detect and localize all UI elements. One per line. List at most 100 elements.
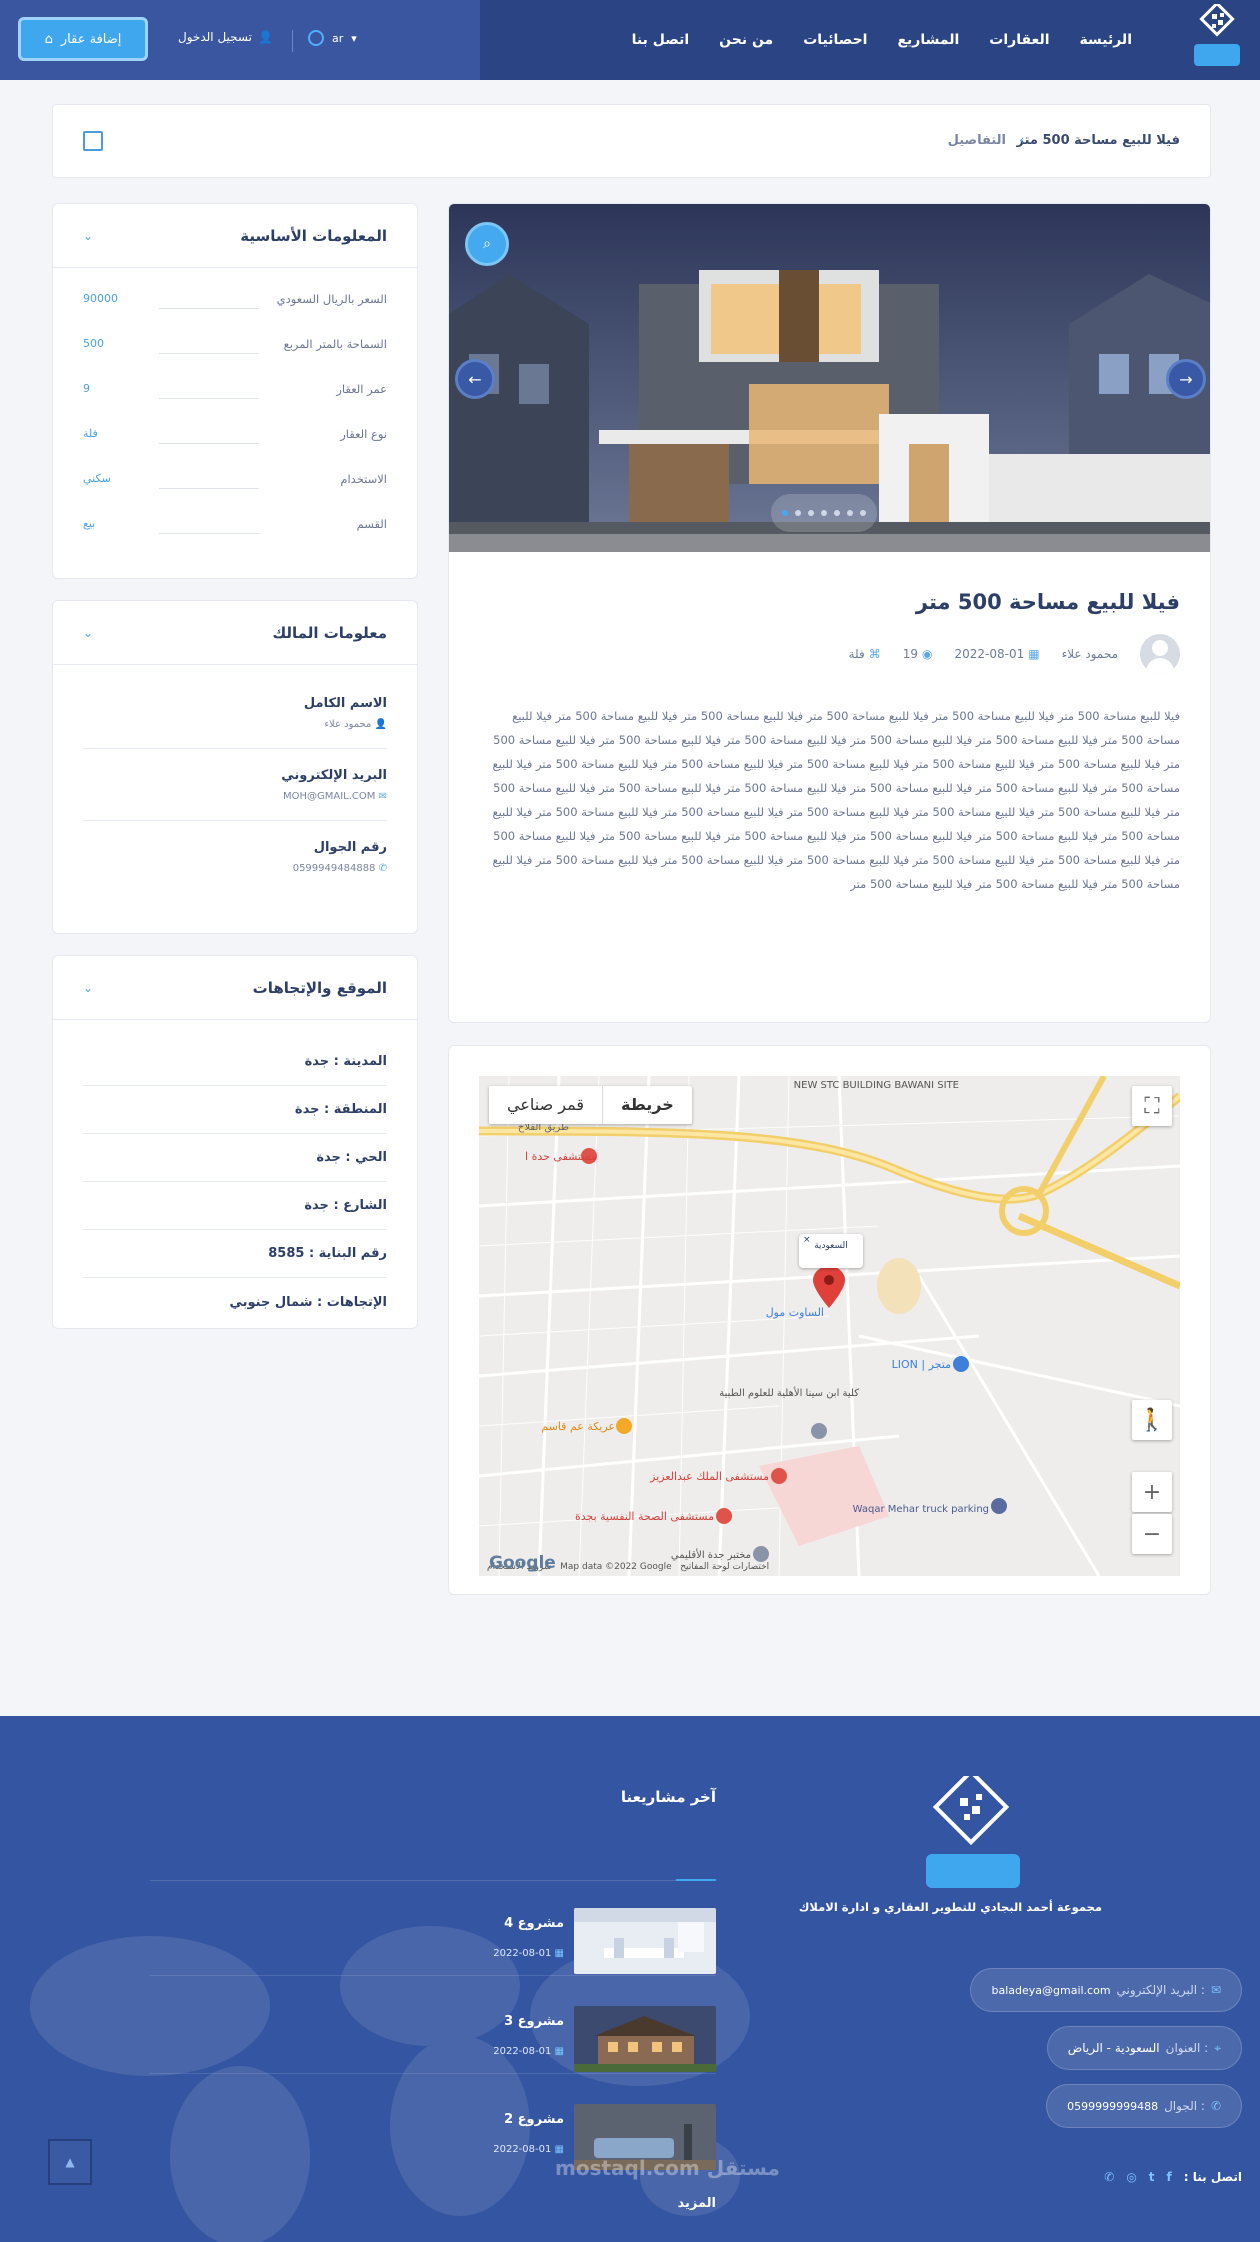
recent-projects-heading: آخر مشاريعنا (620, 1788, 716, 1806)
view-count-value: 19 (902, 647, 918, 661)
user-icon: 👤 (257, 30, 273, 44)
nav-properties[interactable]: العقارات (989, 32, 1049, 48)
info-key: السعر بالريال السعودي (276, 291, 387, 306)
nav-contact[interactable]: اتصل بنا (632, 32, 689, 48)
info-key: السماحة بالمتر المربع (283, 336, 387, 351)
scroll-top-button[interactable]: ▲ (48, 2139, 92, 2185)
project-date-value: 2022-08-01 (493, 2144, 552, 2155)
close-icon[interactable]: × (803, 1228, 811, 1252)
facebook-icon[interactable]: f (1167, 2170, 1172, 2184)
whatsapp-icon[interactable]: ✆ (1104, 2170, 1114, 2184)
owner-heading: معلومات المالك (272, 623, 387, 642)
nav-statistics[interactable]: احصائيات (803, 32, 867, 48)
gallery-dot[interactable] (808, 510, 814, 516)
map-label: مستشفى حدة ا (525, 1150, 597, 1163)
gallery-dot[interactable] (834, 510, 840, 516)
gallery-dot[interactable] (860, 510, 866, 516)
info-value: 90000 (83, 292, 118, 305)
map-card: مستشفى حدة ا الساوت مول كلية ابن سينا ال… (448, 1045, 1211, 1595)
info-row-section: القسم بيع (53, 501, 417, 546)
envelope-icon: ✉ (378, 790, 387, 802)
breadcrumb: فيلا للبيع مساحة 500 متر › التفاصيل (52, 104, 1211, 178)
project-date: ▦ 2022-08-01 (493, 2144, 564, 2155)
site-footer: مجموعة أحمد البجادي للتطوير العقاري و اد… (0, 1716, 1260, 2242)
search-icon[interactable]: ⌕ (465, 222, 509, 266)
fullscreen-icon[interactable]: ⛶ (1132, 1086, 1172, 1126)
owner-email-row: البريد الإلكتروني ✉ MOH@GMAIL.COM (83, 749, 387, 821)
zoom-out-button[interactable]: − (1132, 1514, 1172, 1554)
owner-email-label: البريد الإلكتروني (281, 767, 387, 783)
gallery-dot-active[interactable] (782, 510, 788, 516)
gallery-dot[interactable] (821, 510, 827, 516)
property-meta: محمود علاء ▦2022-08-01 ◉19 ⌘فلة (849, 634, 1180, 674)
project-thumbnail (574, 2006, 716, 2072)
location-row: المدينة : جدة (83, 1038, 387, 1086)
nav-home[interactable]: الرئيسة (1080, 32, 1132, 48)
footer-slogan: مجموعة أحمد البجادي للتطوير العقاري و اد… (798, 1900, 1102, 1914)
add-property-label: إضافة عقار (60, 31, 122, 47)
footer-email[interactable]: ✉ : البريد الإلكتروني baladeya@gmail.com (970, 1968, 1242, 2012)
zoom-in-button[interactable]: + (1132, 1472, 1172, 1512)
property-gallery[interactable]: ⌕ ← → (449, 204, 1210, 552)
map-type-map[interactable]: خريطة (601, 1086, 692, 1124)
gallery-prev-button[interactable]: ← (455, 359, 495, 399)
social-links: اتصل بنا : f t ◎ ✆ (1104, 2170, 1242, 2184)
location-row: الإتجاهات : شمال جنوبي (229, 1294, 387, 1310)
gallery-dot[interactable] (795, 510, 801, 516)
location-card: الموقع والإتجاهات ⌄ المدينة : جدة المنطق… (52, 955, 418, 1329)
location-header[interactable]: الموقع والإتجاهات ⌄ (53, 956, 417, 1020)
owner-phone[interactable]: 0599949484888 (293, 863, 376, 874)
map-label: عريكة عم قاسم (541, 1420, 615, 1433)
basic-info-header[interactable]: المعلومات الأساسية ⌄ (53, 204, 417, 268)
info-value: سكني (83, 472, 111, 485)
footer-address-value: السعودية - الرياض (1067, 2041, 1160, 2055)
instagram-icon[interactable]: ◎ (1126, 2170, 1136, 2184)
chevron-down-icon[interactable]: ⌄ (83, 981, 93, 995)
calendar-icon: ▦ (1028, 647, 1040, 661)
project-item[interactable]: مشروع 3 ▦ 2022-08-01 (150, 2006, 716, 2074)
footer-phone-label: : الجوال (1164, 2099, 1205, 2113)
footer-phone[interactable]: ✆ : الجوال 0599999999488 (1046, 2084, 1242, 2128)
project-item[interactable]: مشروع 4 ▦ 2022-08-01 (150, 1908, 716, 1976)
info-value: بيع (83, 517, 96, 530)
map-shortcuts-link[interactable]: اختصارات لوحة المفاتيح (680, 1562, 769, 1572)
owner-name: محمود علاء (324, 718, 372, 730)
gallery-next-button[interactable]: → (1166, 359, 1206, 399)
language-switcher[interactable]: ▾ ar (308, 30, 357, 46)
login-link[interactable]: 👤 تسجيل الدخول (178, 30, 273, 44)
location-map[interactable]: مستشفى حدة ا الساوت مول كلية ابن سينا ال… (479, 1076, 1180, 1576)
map-label: مستشفى الصحة النفسية بجدة (575, 1510, 714, 1523)
location-list: المدينة : جدة المنطقة : جدة الحي : جدة ا… (53, 1020, 417, 1326)
nav-about[interactable]: من نحن (719, 32, 773, 48)
owner-phone-label: رقم الجوال (313, 840, 387, 855)
globe-icon (308, 30, 324, 46)
map-label: مستشفى الملك عبدالعزيز (649, 1470, 769, 1483)
owner-list: الاسم الكامل 👤 محمود علاء البريد الإلكتر… (53, 665, 417, 893)
chevron-down-icon[interactable]: ⌄ (83, 229, 93, 243)
map-type-satellite[interactable]: قمر صناعي (489, 1086, 602, 1124)
breadcrumb-parent[interactable]: التفاصيل (948, 133, 1006, 148)
nav-projects[interactable]: المشاريع (897, 32, 959, 48)
project-name: مشروع 3 (504, 2014, 564, 2029)
info-value: فلة (83, 427, 98, 440)
chevron-down-icon[interactable]: ⌄ (83, 626, 93, 640)
gallery-dot[interactable] (847, 510, 853, 516)
add-property-button[interactable]: إضافة عقار ⌂ (18, 17, 148, 61)
owner-email[interactable]: MOH@GMAIL.COM (283, 791, 375, 802)
envelope-icon: ✉ (1210, 1983, 1221, 1997)
project-name: مشروع 4 (504, 1916, 564, 1931)
view-count: ◉19 (903, 647, 933, 661)
info-row-usage: الاستخدام سكني (53, 456, 417, 501)
pegman-icon[interactable]: 🚶 (1132, 1400, 1172, 1440)
twitter-icon[interactable]: t (1149, 2170, 1155, 2184)
footer-email-label: : البريد الإلكتروني (1116, 1983, 1205, 1997)
map-label: كلية ابن سينا الأهلية للعلوم الطبية (719, 1386, 859, 1399)
callout-label: السعودية (814, 1241, 848, 1251)
category-value: فلة (848, 647, 865, 661)
map-data-text: Map data ©2022 Google (560, 1562, 672, 1572)
external-link-icon[interactable] (83, 131, 103, 151)
more-projects-link[interactable]: المزيد (150, 2196, 716, 2211)
owner-header[interactable]: معلومات المالك ⌄ (53, 601, 417, 665)
house-icon: ⌂ (44, 31, 53, 47)
site-logo[interactable] (1188, 4, 1244, 74)
